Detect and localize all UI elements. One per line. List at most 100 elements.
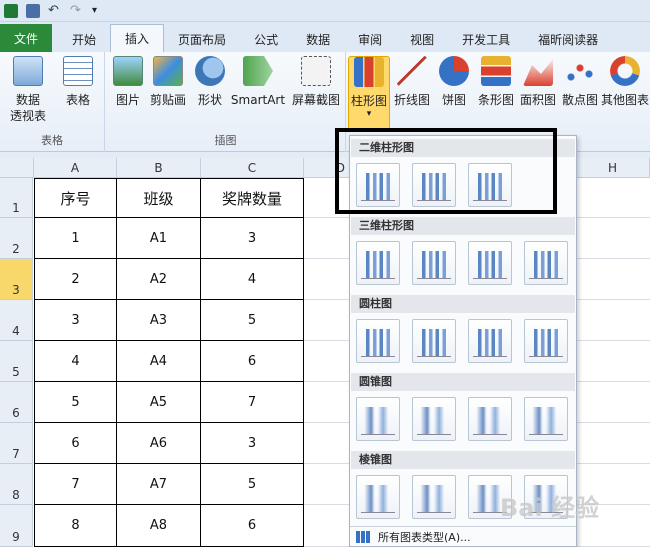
redo-icon[interactable]: ↷ <box>70 3 84 18</box>
table-cell[interactable]: 5 <box>201 300 304 341</box>
illustrations-group: 图片 剪贴画 形状 SmartArt 屏幕截图 插图 <box>106 52 346 152</box>
table-button[interactable]: 表格 <box>56 56 100 108</box>
table-cell[interactable]: 6 <box>201 341 304 382</box>
ribbon-tabs: 文件 开始 插入 页面布局 公式 数据 审阅 视图 开发工具 福昕阅读器 <box>0 22 650 52</box>
area-chart-button[interactable]: 面积图 <box>518 56 558 108</box>
table-cell[interactable]: 1 <box>34 218 117 259</box>
pie-chart-icon <box>439 56 469 86</box>
cone-chart-option-4[interactable] <box>524 397 568 441</box>
table-cell[interactable]: A7 <box>117 464 201 505</box>
table-cell[interactable]: 4 <box>34 341 117 382</box>
cylinder-chart-option-4[interactable] <box>524 319 568 363</box>
tab-insert[interactable]: 插入 <box>110 24 165 52</box>
table-cell[interactable]: A2 <box>117 259 201 300</box>
select-all-corner[interactable] <box>0 158 34 178</box>
table-cell[interactable]: A1 <box>117 218 201 259</box>
tab-formulas[interactable]: 公式 <box>240 26 292 52</box>
table-cell[interactable]: 8 <box>34 505 117 547</box>
pivot-table-icon <box>13 56 43 86</box>
cone-chart-option-3[interactable] <box>468 397 512 441</box>
tab-foxit-reader[interactable]: 福昕阅读器 <box>524 26 612 52</box>
pyramid-chart-option-2[interactable] <box>412 475 456 519</box>
table-cell[interactable]: 3 <box>201 423 304 464</box>
table-cell[interactable]: A5 <box>117 382 201 423</box>
table-cell[interactable]: A8 <box>117 505 201 547</box>
table-cell[interactable]: A4 <box>117 341 201 382</box>
tab-data[interactable]: 数据 <box>292 26 344 52</box>
tab-view[interactable]: 视图 <box>396 26 448 52</box>
screenshot-button[interactable]: 屏幕截图 <box>288 56 344 108</box>
watermark: Bai 经验 <box>500 494 600 522</box>
table-cell[interactable]: 5 <box>34 382 117 423</box>
clipart-button[interactable]: 剪贴画 <box>148 56 188 108</box>
3d-chart-option-3[interactable] <box>468 241 512 285</box>
chart-thumb-icon <box>417 251 451 279</box>
row-header-6[interactable]: 6 <box>0 382 33 423</box>
row-header-5[interactable]: 5 <box>0 341 33 382</box>
table-cell[interactable]: 7 <box>201 382 304 423</box>
tab-review[interactable]: 审阅 <box>344 26 396 52</box>
3d-chart-option-1[interactable] <box>356 241 400 285</box>
table-cell[interactable]: A6 <box>117 423 201 464</box>
column-chart-button[interactable]: 柱形图 ▾ <box>348 56 390 130</box>
table-cell[interactable]: 6 <box>34 423 117 464</box>
table-header-cell[interactable]: 奖牌数量 <box>201 178 304 218</box>
table-cell[interactable]: 2 <box>34 259 117 300</box>
col-header-h[interactable]: H <box>576 158 650 178</box>
cone-chart-option-2[interactable] <box>412 397 456 441</box>
line-chart-icon <box>397 56 427 86</box>
table-cell[interactable]: A3 <box>117 300 201 341</box>
bar-chart-button[interactable]: 条形图 <box>476 56 516 108</box>
row-header-9[interactable]: 9 <box>0 505 33 547</box>
pyramid-chart-option-1[interactable] <box>356 475 400 519</box>
quick-access-toolbar: ↶ ↷ ▾ <box>0 0 650 22</box>
table-cell[interactable]: 3 <box>201 218 304 259</box>
tab-home[interactable]: 开始 <box>58 26 110 52</box>
donut-chart-icon <box>610 56 640 86</box>
tab-developer[interactable]: 开发工具 <box>448 26 524 52</box>
3d-chart-option-2[interactable] <box>412 241 456 285</box>
col-header-c[interactable]: C <box>201 158 304 178</box>
cylinder-chart-option-3[interactable] <box>468 319 512 363</box>
cylinder-chart-option-1[interactable] <box>356 319 400 363</box>
chart-thumb-icon <box>417 329 451 357</box>
3d-chart-option-4[interactable] <box>524 241 568 285</box>
line-chart-button[interactable]: 折线图 <box>392 56 432 108</box>
row-header-7[interactable]: 7 <box>0 423 33 464</box>
customize-dropdown-icon[interactable]: ▾ <box>92 4 106 18</box>
table-cell[interactable]: 5 <box>201 464 304 505</box>
chart-thumb-icon <box>417 407 451 435</box>
shapes-button[interactable]: 形状 <box>192 56 228 108</box>
table-cell[interactable]: 4 <box>201 259 304 300</box>
table-header-cell[interactable]: 序号 <box>34 178 117 218</box>
undo-icon[interactable]: ↶ <box>48 3 62 18</box>
scatter-chart-icon <box>565 56 595 86</box>
pie-chart-button[interactable]: 饼图 <box>434 56 474 108</box>
table-header-cell[interactable]: 班级 <box>117 178 201 218</box>
col-header-a[interactable]: A <box>34 158 117 178</box>
table-cell[interactable]: 3 <box>34 300 117 341</box>
all-chart-types-button[interactable]: 所有图表类型(A)... <box>350 526 576 546</box>
area-chart-icon <box>523 59 553 86</box>
save-icon[interactable] <box>26 3 40 18</box>
cylinder-chart-option-2[interactable] <box>412 319 456 363</box>
smartart-button[interactable]: SmartArt <box>230 56 286 108</box>
cone-chart-option-1[interactable] <box>356 397 400 441</box>
row-header-1[interactable]: 1 <box>0 178 33 218</box>
picture-button[interactable]: 图片 <box>110 56 146 108</box>
tab-file[interactable]: 文件 <box>0 24 53 52</box>
chart-thumb-icon <box>473 251 507 279</box>
tab-page-layout[interactable]: 页面布局 <box>164 26 240 52</box>
other-chart-button[interactable]: 其他图表 <box>600 56 650 108</box>
scatter-chart-button[interactable]: 散点图 <box>560 56 600 108</box>
table-cell[interactable]: 7 <box>34 464 117 505</box>
row-header-3[interactable]: 3 <box>0 259 33 300</box>
col-header-b[interactable]: B <box>117 158 201 178</box>
chart-types-icon <box>356 530 370 543</box>
table-cell[interactable]: 6 <box>201 505 304 547</box>
row-header-2[interactable]: 2 <box>0 218 33 259</box>
row-header-4[interactable]: 4 <box>0 300 33 341</box>
pivot-table-button[interactable]: 数据 透视表 <box>4 56 52 124</box>
row-header-8[interactable]: 8 <box>0 464 33 505</box>
bar-chart-icon <box>481 56 511 86</box>
